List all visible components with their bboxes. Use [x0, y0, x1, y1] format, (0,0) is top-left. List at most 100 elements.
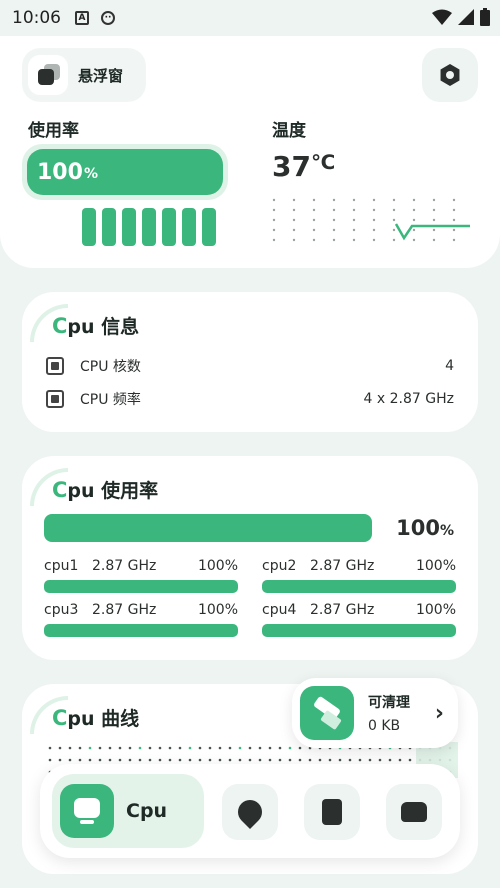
total-usage-bar: [44, 514, 372, 542]
grid-dot: [412, 198, 416, 202]
cpu-curve-title-text: pu 曲线: [67, 708, 140, 730]
cpu-curve-title: Cpu 曲线: [52, 704, 139, 731]
grid-dot: [372, 228, 376, 232]
nav-tab-android[interactable]: [386, 784, 442, 840]
grid-dot: [432, 238, 436, 242]
grid-dot: [392, 208, 396, 212]
core-bar: [44, 580, 238, 593]
grid-dot: [372, 218, 376, 222]
core-cell-cpu2: cpu2 2.87 GHz 100%: [262, 558, 456, 594]
core-name: cpu3: [44, 602, 79, 618]
cpu-info-title: Cpu 信息: [52, 312, 139, 339]
nav-tab-storage[interactable]: [304, 784, 360, 840]
curve-dot: [138, 746, 142, 750]
grid-dot: [412, 238, 416, 242]
curve-dot: [228, 758, 232, 762]
chevron-right-icon: ›: [434, 700, 444, 726]
curve-dot: [108, 746, 112, 750]
total-usage-number: 100: [396, 516, 440, 540]
curve-dot: [208, 746, 212, 750]
core-name: cpu1: [44, 558, 79, 574]
curve-dot: [328, 758, 332, 762]
curve-dot: [268, 746, 272, 750]
grid-dot: [332, 238, 336, 242]
core-freq: 2.87 GHz: [310, 602, 375, 618]
curve-dot: [108, 758, 112, 762]
curve-dot: [268, 758, 272, 762]
grid-dot: [292, 218, 296, 222]
status-bar: 10:06 A ··: [0, 0, 500, 36]
grid-dot: [432, 198, 436, 202]
cpu-freq-value: 4 x 2.87 GHz: [363, 391, 454, 407]
curve-dot: [338, 758, 342, 762]
float-window-button[interactable]: 悬浮窗: [22, 48, 146, 102]
settings-button[interactable]: [422, 48, 478, 102]
cpu-cores-value: 4: [445, 358, 454, 374]
curve-dot: [78, 746, 82, 750]
curve-dot: [48, 746, 52, 750]
curve-dot: [278, 746, 282, 750]
core-value: 100%: [197, 558, 238, 574]
grid-dot: [372, 238, 376, 242]
grid-dot: [272, 218, 276, 222]
curve-dot: [238, 746, 242, 750]
temp-unit: ℃: [310, 150, 336, 174]
curve-dot: [218, 758, 222, 762]
curve-dot: [128, 746, 132, 750]
grid-dot: [352, 238, 356, 242]
usage-value: 100: [37, 159, 83, 185]
location-icon: [233, 795, 267, 829]
grid-dot: [332, 228, 336, 232]
curve-dot: [228, 746, 232, 750]
curve-dot: [198, 746, 202, 750]
core-bar-5: [162, 208, 176, 246]
grid-dot: [452, 218, 456, 222]
nav-tab-location[interactable]: [222, 784, 278, 840]
core-bar-6: [182, 208, 196, 246]
curve-dot: [258, 746, 262, 750]
clean-button[interactable]: 可清理 0 KB ›: [292, 678, 458, 748]
core-bars: [82, 208, 216, 246]
grid-dot: [352, 208, 356, 212]
curve-dot: [88, 746, 92, 750]
grid-dot: [352, 198, 356, 202]
curve-dot: [298, 758, 302, 762]
grid-dot: [372, 208, 376, 212]
sd-card-icon: [322, 799, 342, 825]
total-usage-unit: %: [439, 523, 454, 539]
core-cell-cpu3: cpu3 2.87 GHz 100%: [44, 602, 238, 638]
grid-dot: [272, 198, 276, 202]
core-bar-3: [122, 208, 136, 246]
core-name: cpu2: [262, 558, 297, 574]
float-window-label: 悬浮窗: [78, 66, 124, 85]
curve-dot: [68, 746, 72, 750]
cpu-usage-title-text: pu 使用率: [67, 480, 159, 502]
grid-dot: [452, 238, 456, 242]
clean-title: 可清理: [368, 695, 410, 711]
curve-dot: [298, 746, 302, 750]
chip-icon: [46, 357, 64, 375]
curve-dot: [278, 758, 282, 762]
grid-dot: [412, 208, 416, 212]
curve-dot: [168, 758, 172, 762]
curve-dot: [58, 758, 62, 762]
grid-dot: [312, 218, 316, 222]
temp-title: 温度: [272, 121, 306, 141]
nav-cpu-label: Cpu: [126, 800, 168, 822]
curve-dot: [308, 758, 312, 762]
curve-dot: [248, 758, 252, 762]
grid-dot: [292, 238, 296, 242]
curve-dot: [128, 758, 132, 762]
grid-dot: [312, 208, 316, 212]
grid-dot: [372, 198, 376, 202]
curve-dot: [118, 746, 122, 750]
usage-unit: %: [83, 166, 98, 182]
nav-tab-cpu[interactable]: Cpu: [52, 774, 204, 848]
grid-dot: [392, 228, 396, 232]
curve-dot: [138, 758, 142, 762]
curve-dot: [118, 758, 122, 762]
temp-number: 37: [272, 150, 311, 183]
cpu-usage-title-accent: C: [52, 478, 68, 502]
curve-dot: [288, 758, 292, 762]
core-bar-2: [102, 208, 116, 246]
